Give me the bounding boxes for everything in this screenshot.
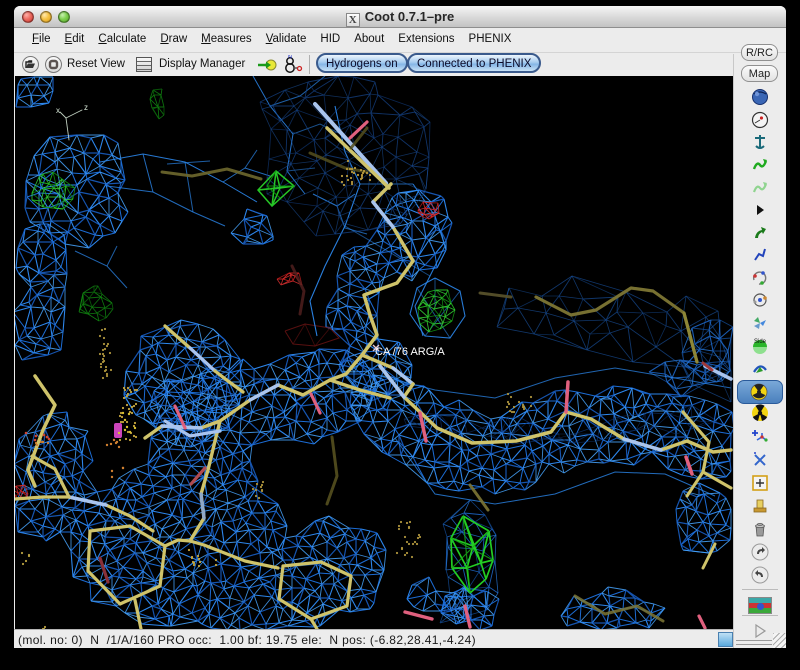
svg-text:CA /76 ARG/A: CA /76 ARG/A xyxy=(375,346,445,358)
svg-text:N: N xyxy=(288,55,292,60)
svg-text:x: x xyxy=(56,106,60,115)
svg-text:Side: Side xyxy=(754,339,767,345)
svg-text:z: z xyxy=(84,103,88,112)
